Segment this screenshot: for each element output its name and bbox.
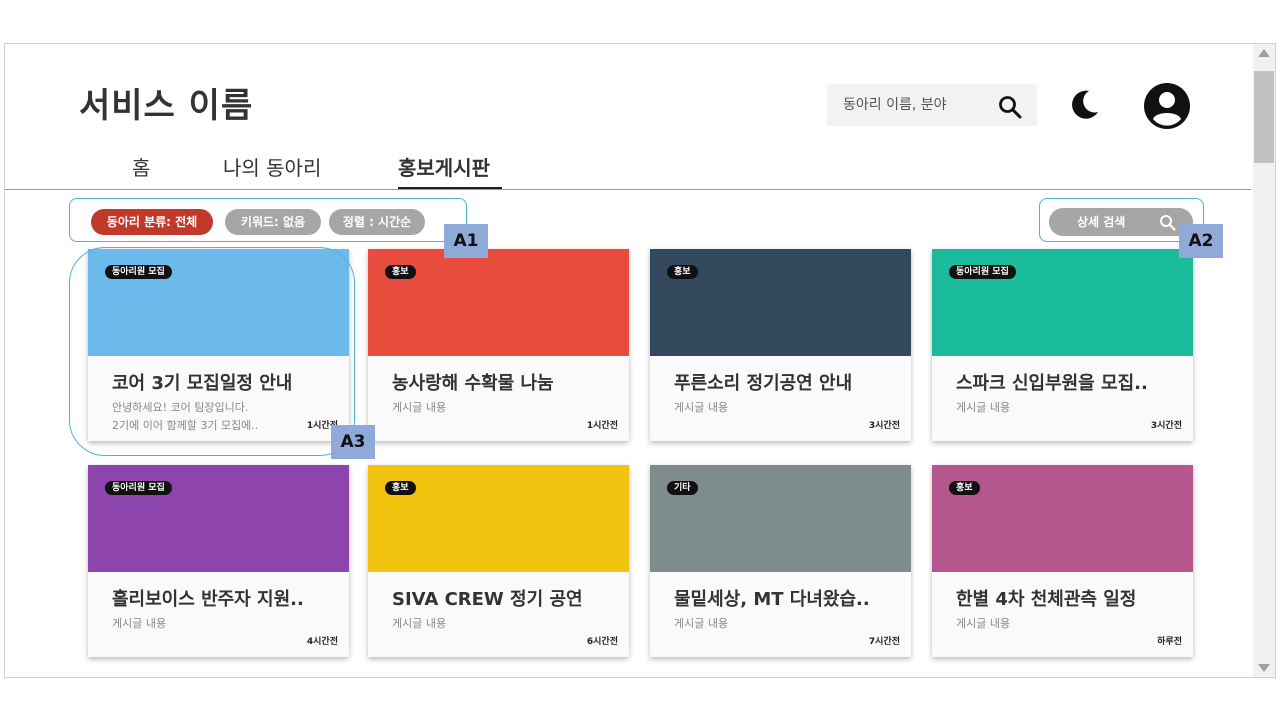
app-window: 서비스 이름 홈 나의 동아리 홍보게시판 동아리 분류: 전체 키워드: 없음… [4,43,1276,678]
card-title: 스파크 신입부원을 모집.. [956,373,1148,394]
category-badge: 동아리원 모집 [105,481,172,495]
annotation-label-a1: A1 [444,224,488,258]
search-input[interactable] [837,84,999,126]
card-time: 3시간전 [868,421,900,431]
card-body: 게시글 내용 [674,401,729,414]
tab-my-clubs[interactable]: 나의 동아리 [223,152,321,181]
annotation-label-a3: A3 [331,425,375,459]
category-badge: 홍보 [385,265,416,279]
post-card[interactable]: 홍보 한별 4차 천체관측 일정 게시글 내용 하루전 [932,465,1193,657]
card-title: 물밑세상, MT 다녀왔습.. [674,589,870,610]
scroll-down-arrow-icon[interactable] [1258,664,1270,672]
annotation-box-a3 [69,247,355,456]
category-badge: 기타 [667,481,698,495]
scroll-thumb[interactable] [1254,71,1274,163]
search-icon[interactable] [997,94,1023,120]
card-time: 1시간전 [586,421,618,431]
category-badge: 홍보 [949,481,980,495]
card-time: 3시간전 [1150,421,1182,431]
category-badge: 홍보 [667,265,698,279]
post-card[interactable]: 기타 물밑세상, MT 다녀왔습.. 게시글 내용 7시간전 [650,465,911,657]
card-time: 6시간전 [586,637,618,647]
service-title: 서비스 이름 [79,86,254,126]
card-body: 게시글 내용 [392,617,447,630]
card-title: SIVA CREW 정기 공연 [392,589,583,610]
tab-promotion-board[interactable]: 홍보게시판 [398,152,490,181]
vertical-scrollbar[interactable] [1253,44,1275,677]
header-divider [5,189,1251,190]
card-time: 7시간전 [868,637,900,647]
post-card[interactable]: 동아리원 모집 홀리보이스 반주자 지원.. 게시글 내용 4시간전 [88,465,349,657]
search-bar [827,84,1037,126]
card-body: 게시글 내용 [392,401,447,414]
category-badge: 동아리원 모집 [949,265,1016,279]
post-card[interactable]: 홍보 SIVA CREW 정기 공연 게시글 내용 6시간전 [368,465,629,657]
card-title: 한별 4차 천체관측 일정 [956,589,1137,610]
annotation-label-a2: A2 [1179,224,1223,258]
annotation-box-a1 [69,198,467,242]
card-title: 푸른소리 정기공연 안내 [674,373,853,394]
card-time: 하루전 [1157,637,1182,647]
card-title: 홀리보이스 반주자 지원.. [112,589,304,610]
tab-home[interactable]: 홈 [132,152,150,181]
post-card[interactable]: 동아리원 모집 스파크 신입부원을 모집.. 게시글 내용 3시간전 [932,249,1193,441]
card-body: 게시글 내용 [956,401,1011,414]
category-badge: 홍보 [385,481,416,495]
scroll-up-arrow-icon[interactable] [1258,49,1270,57]
post-card[interactable]: 홍보 농사랑해 수확물 나눔 게시글 내용 1시간전 [368,249,629,441]
card-body: 게시글 내용 [956,617,1011,630]
card-body: 게시글 내용 [674,617,729,630]
card-time: 4시간전 [306,637,338,647]
card-body: 게시글 내용 [112,617,167,630]
card-title: 농사랑해 수확물 나눔 [392,373,554,394]
account-icon[interactable] [1143,82,1191,130]
post-card[interactable]: 홍보 푸른소리 정기공연 안내 게시글 내용 3시간전 [650,249,911,441]
moon-icon[interactable] [1067,87,1101,121]
